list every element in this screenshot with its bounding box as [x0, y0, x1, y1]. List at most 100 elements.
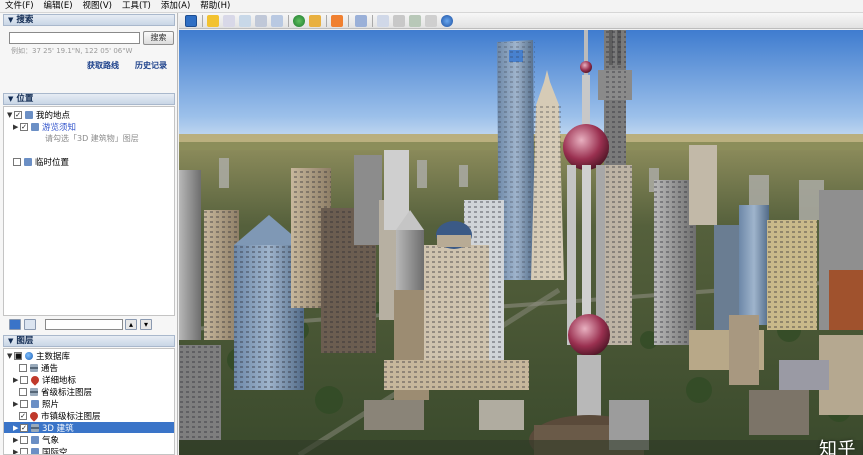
toolbar-separator [288, 15, 289, 27]
search-hint: 例如：37 25' 19.1"N, 122 05' 06"W [11, 47, 133, 55]
toolbar-separator [326, 15, 327, 27]
layer-item-3d-buildings[interactable]: ▶ ✓ 3D 建筑 [4, 422, 174, 434]
tree-item-label: 游览须知 [42, 122, 77, 133]
folder-icon [24, 157, 32, 166]
ruler-icon[interactable] [355, 15, 367, 27]
building [829, 270, 863, 330]
layer-item-label: 3D 建筑 [42, 423, 74, 434]
collapse-triangle-icon[interactable]: ▼ [7, 352, 14, 360]
maps-icon[interactable] [425, 15, 437, 27]
expand-triangle-icon[interactable]: ▶ [13, 123, 20, 131]
historical-imagery-icon[interactable] [293, 15, 305, 27]
search-button[interactable]: 搜索 [143, 31, 174, 45]
layer-item-notice[interactable]: 通告 [19, 362, 58, 374]
menu-edit[interactable]: 编辑(E) [39, 0, 78, 13]
view-list-icon[interactable] [9, 319, 21, 330]
building [689, 145, 717, 225]
layer-item-label: 国际空 [42, 447, 68, 455]
layer-item-city-labels[interactable]: ✓ 市镇级标注图层 [19, 409, 101, 422]
placemark-icon[interactable] [207, 15, 219, 27]
search-panel-title: 搜索 [16, 15, 34, 25]
building [729, 315, 759, 385]
layer-item-photos[interactable]: ▶ 照片 [13, 398, 60, 410]
menu-file[interactable]: 文件(F) [0, 0, 39, 13]
building [749, 390, 809, 435]
checkbox[interactable]: ✓ [14, 110, 22, 119]
sidebar-toggle-icon[interactable] [185, 15, 197, 27]
folder-icon [31, 122, 39, 131]
layer-item-label: 气象 [42, 435, 60, 446]
email-icon[interactable] [377, 15, 389, 27]
expand-triangle-icon[interactable]: ▶ [13, 376, 20, 384]
places-tree: ▼ ✓ 我的地点 ▶ ✓ 游览须知 请勾选「3D 建筑物」图层 临时位置 [3, 106, 175, 316]
checkbox[interactable] [20, 375, 28, 384]
planets-icon[interactable] [331, 15, 343, 27]
tree-item-label: 临时位置 [35, 157, 70, 168]
expand-triangle-icon[interactable]: ▶ [13, 448, 20, 455]
building [364, 400, 424, 430]
3d-city-scene [179, 30, 863, 455]
search-input[interactable] [9, 32, 140, 44]
tree-item-tour[interactable]: ▶ ✓ 游览须知 [13, 121, 77, 133]
expand-triangle-icon[interactable]: ▶ [13, 424, 20, 432]
checkbox[interactable] [20, 435, 28, 444]
tree-item-label: 我的地点 [36, 110, 71, 121]
layer-item-label: 省级标注图层 [41, 387, 93, 398]
expand-triangle-icon[interactable]: ▶ [13, 436, 20, 444]
checkbox[interactable] [19, 363, 27, 372]
record-tour-icon[interactable] [271, 15, 283, 27]
globe-icon [25, 351, 33, 360]
tree-item-temp-places[interactable]: 临时位置 [13, 156, 70, 168]
filter-input[interactable] [45, 319, 123, 330]
tree-item-description: 请勾选「3D 建筑物」图层 [45, 134, 139, 143]
building [354, 155, 382, 245]
folder-icon [31, 399, 39, 408]
collapse-triangle-icon: ▼ [8, 95, 14, 103]
building [779, 360, 829, 390]
menu-help[interactable]: 帮助(H) [195, 0, 235, 13]
collapse-triangle-icon[interactable]: ▼ [7, 111, 14, 119]
places-panel-header[interactable]: ▼ 位置 [3, 93, 175, 105]
layer-item-landmarks[interactable]: ▶ 详细地标 [13, 373, 77, 386]
layers-panel-header[interactable]: ▼ 图层 [3, 335, 175, 347]
sunlight-icon[interactable] [309, 15, 321, 27]
layer-item-province-labels[interactable]: 省级标注图层 [19, 386, 93, 398]
view-split-icon[interactable] [24, 319, 36, 330]
checkbox[interactable]: ■ [14, 351, 22, 360]
get-directions-link[interactable]: 获取路线 [87, 60, 119, 71]
save-image-icon[interactable] [409, 15, 421, 27]
move-up-icon[interactable]: ▴ [125, 319, 137, 330]
layer-item-label: 照片 [42, 399, 60, 410]
move-down-icon[interactable]: ▾ [140, 319, 152, 330]
checkbox[interactable] [13, 157, 21, 166]
layer-icon [30, 387, 38, 396]
menu-add[interactable]: 添加(A) [156, 0, 195, 13]
tree-item-my-places[interactable]: ▼ ✓ 我的地点 [7, 109, 71, 121]
checkbox[interactable]: ✓ [20, 122, 28, 131]
building [739, 205, 769, 325]
menu-view[interactable]: 视图(V) [78, 0, 117, 13]
layer-item-international[interactable]: ▶ 国际空 [13, 446, 68, 455]
toolbar-separator [372, 15, 373, 27]
checkbox[interactable] [20, 447, 28, 454]
print-icon[interactable] [393, 15, 405, 27]
3d-viewport[interactable]: 知乎 @GIS小巫师 [179, 30, 863, 455]
checkbox[interactable]: ✓ [20, 423, 28, 432]
main-toolbar [179, 13, 863, 29]
checkbox[interactable] [19, 387, 27, 396]
checkbox[interactable]: ✓ [19, 411, 27, 420]
layer-item-primary-db[interactable]: ▼ ■ 主数据库 [7, 350, 70, 362]
google-earth-window: 文件(F) 编辑(E) 视图(V) 工具(T) 添加(A) 帮助(H) ▼ 搜索 … [0, 0, 863, 455]
polygon-icon[interactable] [223, 15, 235, 27]
earth-icon[interactable] [441, 15, 453, 27]
search-panel-header[interactable]: ▼ 搜索 [3, 14, 175, 26]
path-icon[interactable] [239, 15, 251, 27]
menu-tools[interactable]: 工具(T) [117, 0, 156, 13]
expand-triangle-icon[interactable]: ▶ [13, 400, 20, 408]
history-link[interactable]: 历史记录 [135, 60, 167, 71]
checkbox[interactable] [20, 399, 28, 408]
tree-item-note: 请勾选「3D 建筑物」图层 [45, 133, 139, 144]
layer-item-weather[interactable]: ▶ 气象 [13, 434, 60, 446]
image-overlay-icon[interactable] [255, 15, 267, 27]
layer-item-label: 详细地标 [42, 375, 77, 386]
